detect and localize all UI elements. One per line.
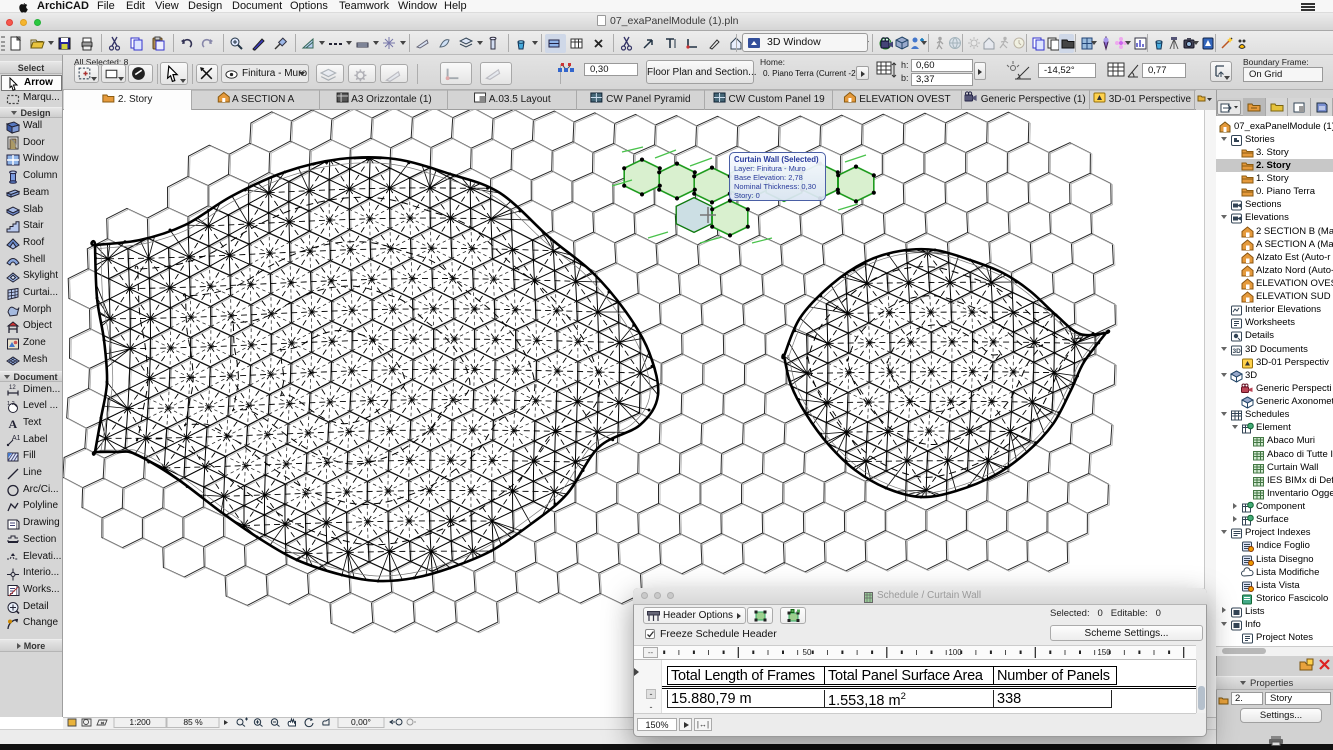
svg-text:3D: 3D: [1233, 348, 1242, 355]
svg-text:12: 12: [9, 385, 16, 391]
svg-text:0,00°: 0,00°: [351, 717, 371, 727]
svg-text:A: A: [9, 417, 18, 430]
svg-text:A1: A1: [12, 435, 20, 442]
svg-text:85 %: 85 %: [183, 717, 203, 727]
svg-text:1:200: 1:200: [129, 717, 151, 727]
svg-text:1.2: 1.2: [7, 401, 15, 407]
